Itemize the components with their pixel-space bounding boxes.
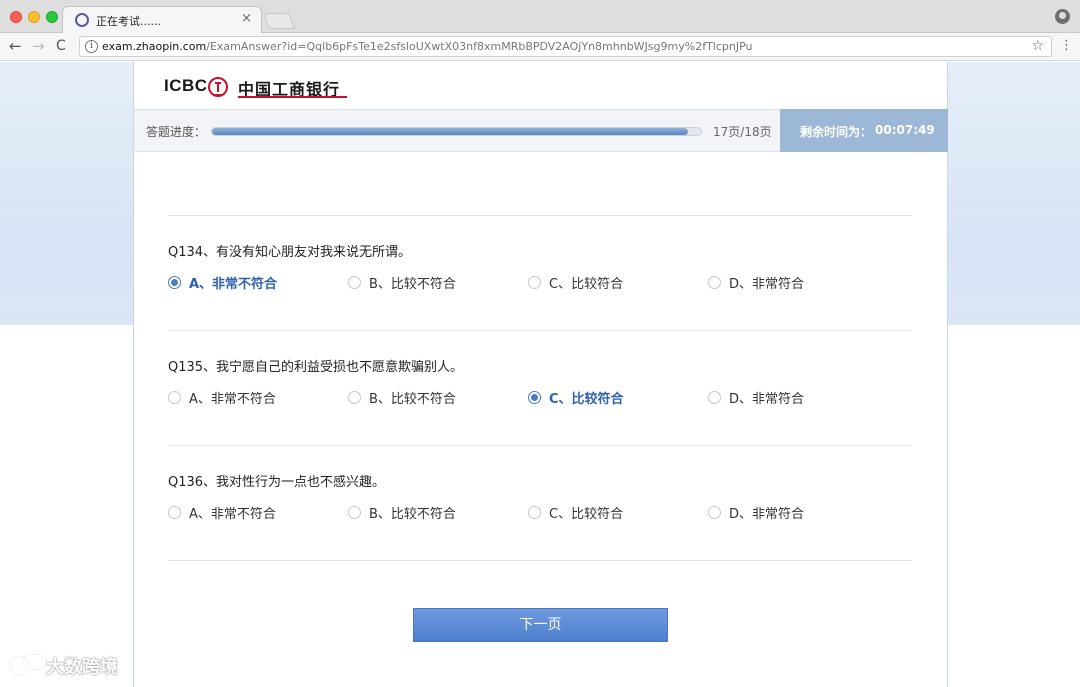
bookmark-star-icon[interactable]: ☆ (1031, 38, 1044, 54)
radio-unchecked-icon[interactable] (528, 276, 541, 289)
question-title: Q136、我对性行为一点也不感兴趣。 (168, 475, 386, 490)
tab-close-icon[interactable]: × (241, 11, 252, 26)
browser-toolbar: ← → C i exam.zhaopin.com/ExamAnswer?id=Q… (0, 33, 1080, 61)
answer-option-label: D、非常符合 (729, 277, 805, 292)
progress-bar-area: 答题进度： 17页/18页 剩余时间为： 00:07:49 (134, 109, 948, 152)
question-title: Q134、有没有知心朋友对我来说无所谓。 (168, 245, 412, 260)
radio-unchecked-icon[interactable] (168, 506, 181, 519)
address-bar[interactable]: i exam.zhaopin.com/ExamAnswer?id=Qqlb6pF… (79, 36, 1052, 57)
progress-fill (212, 128, 688, 135)
answer-option[interactable]: B、比较不符合 (348, 273, 456, 292)
watermark: 大数跨境 (8, 653, 118, 679)
watermark-logo-icon (8, 653, 46, 679)
favicon-icon (75, 13, 89, 27)
close-window-button[interactable] (10, 11, 22, 23)
answer-option-label: A、非常不符合 (189, 277, 278, 292)
question-title: Q135、我宁愿自己的利益受损也不愿意欺骗别人。 (168, 360, 464, 375)
answer-option[interactable]: D、非常符合 (708, 273, 804, 292)
answer-option[interactable]: D、非常符合 (708, 503, 804, 522)
logo-underline (238, 96, 347, 98)
exam-card: ICBC 中国工商银行 答题进度： 17页/18页 剩余时间为： 00:07:4… (133, 62, 948, 687)
answer-option-label: C、比较符合 (549, 392, 624, 407)
answer-option-label: D、非常符合 (729, 507, 805, 522)
icbc-logo-text: ICBC (164, 76, 208, 95)
answer-option-label: C、比较符合 (549, 507, 624, 522)
answer-option-label: B、比较不符合 (369, 507, 456, 522)
radio-unchecked-icon[interactable] (708, 391, 721, 404)
url-text[interactable]: exam.zhaopin.com/ExamAnswer?id=Qqlb6pFsT… (102, 40, 753, 53)
browser-menu-icon[interactable]: ⋮ (1060, 38, 1073, 53)
radio-unchecked-icon[interactable] (708, 506, 721, 519)
question-block: Q134、有没有知心朋友对我来说无所谓。 A、非常不符合 B、比较不符合 C、比较符合… (168, 216, 912, 331)
radio-unchecked-icon[interactable] (348, 506, 361, 519)
question-list: Q133、我觉得自己能力很差，所以没有办法独立工作。A、非常不符合B、比较不符合… (134, 153, 947, 687)
browser-titlebar: 正在考试...... × (0, 0, 1080, 33)
answer-option-label: B、比较不符合 (369, 392, 456, 407)
watermark-text: 大数跨境 (46, 657, 118, 678)
new-tab-button[interactable] (263, 13, 295, 29)
answer-option-label: C、比较符合 (549, 277, 624, 292)
url-host: exam.zhaopin.com (102, 40, 207, 53)
site-info-icon[interactable]: i (85, 40, 98, 53)
radio-checked-icon[interactable] (168, 276, 181, 289)
question-block: Q136、我对性行为一点也不感兴趣。 A、非常不符合 B、比较不符合 C、比较符合 D、… (168, 446, 912, 561)
answer-option-label: A、非常不符合 (189, 392, 276, 407)
radio-unchecked-icon[interactable] (708, 276, 721, 289)
answer-option[interactable]: D、非常符合 (708, 388, 804, 407)
answer-option[interactable]: C、比较符合 (528, 273, 623, 292)
radio-unchecked-icon[interactable] (528, 506, 541, 519)
minimize-window-button[interactable] (28, 11, 40, 23)
progress-label: 答题进度： (146, 125, 207, 139)
timer-label: 剩余时间为： (800, 125, 873, 139)
exam-header: ICBC 中国工商银行 (134, 62, 947, 110)
next-page-button[interactable]: 下一页 (413, 608, 668, 642)
progress-pages: 17页/18页 (713, 125, 772, 139)
answer-option[interactable]: A、非常不符合 (168, 388, 276, 407)
radio-unchecked-icon[interactable] (168, 391, 181, 404)
radio-unchecked-icon[interactable] (348, 391, 361, 404)
timer-box: 剩余时间为： 00:07:49 (780, 109, 948, 152)
question-block: Q133、我觉得自己能力很差，所以没有办法独立工作。A、非常不符合B、比较不符合… (168, 153, 912, 216)
timer-value: 00:07:49 (875, 123, 935, 137)
zoom-window-button[interactable] (46, 11, 58, 23)
answer-option[interactable]: C、比较符合 (528, 388, 624, 407)
reload-icon[interactable]: C (56, 38, 66, 54)
answer-option[interactable]: C、比较符合 (528, 503, 623, 522)
answer-option[interactable]: B、比较不符合 (348, 388, 456, 407)
question-block: Q135、我宁愿自己的利益受损也不愿意欺骗别人。 A、非常不符合 B、比较不符合 C、… (168, 331, 912, 446)
tab-title: 正在考试...... (96, 15, 161, 28)
answer-option[interactable]: B、比较不符合 (348, 503, 456, 522)
radio-checked-icon[interactable] (528, 391, 541, 404)
answer-option[interactable]: A、非常不符合 (168, 273, 277, 292)
answer-option-label: B、比较不符合 (369, 277, 456, 292)
answer-option-label: D、非常符合 (729, 392, 805, 407)
answer-option-label: A、非常不符合 (189, 507, 276, 522)
profile-icon[interactable] (1055, 9, 1070, 24)
url-path: /ExamAnswer?id=Qqlb6pFsTe1e2sfsloUXwtX03… (206, 40, 753, 53)
icbc-seal-icon (208, 77, 228, 97)
forward-arrow-icon[interactable]: → (32, 37, 45, 55)
radio-unchecked-icon[interactable] (348, 276, 361, 289)
answer-option[interactable]: A、非常不符合 (168, 503, 276, 522)
progress-track (211, 127, 702, 136)
browser-tab[interactable]: 正在考试...... × (62, 6, 262, 33)
back-arrow-icon[interactable]: ← (9, 37, 22, 55)
